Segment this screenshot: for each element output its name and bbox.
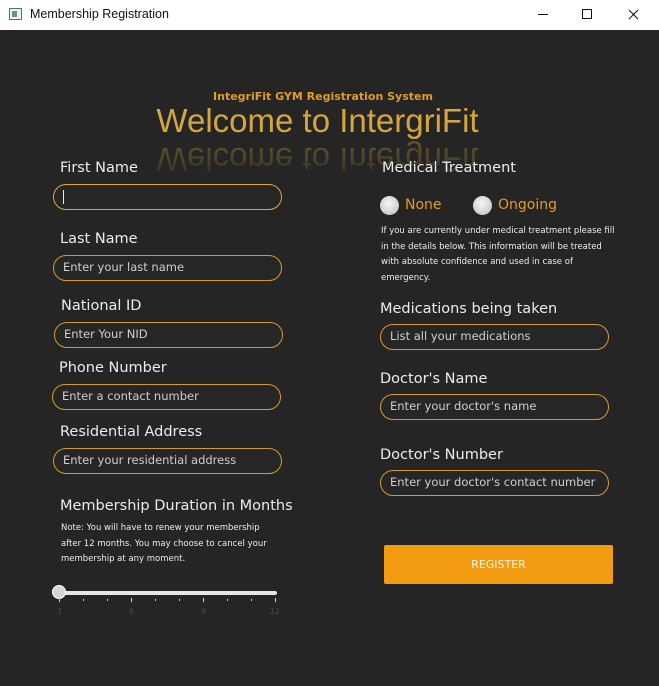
doctor-name-label: Doctor's Name xyxy=(380,371,488,387)
first-name-label: First Name xyxy=(60,160,138,176)
last-name-label: Last Name xyxy=(60,231,138,247)
slider-tick-minor xyxy=(179,599,180,601)
minimize-button[interactable] xyxy=(520,0,566,30)
membership-note-line: membership at any moment. xyxy=(61,554,186,564)
text-caret xyxy=(63,190,64,204)
membership-note: Note: You will have to renew your member… xyxy=(61,521,291,568)
register-button[interactable]: REGISTER xyxy=(384,545,613,584)
phone-number-label: Phone Number xyxy=(59,360,167,376)
welcome-heading: Welcome to IntergriFit xyxy=(156,102,479,139)
slider-tick-minor xyxy=(251,599,252,601)
slider-tick xyxy=(131,598,132,602)
last-name-field[interactable]: Enter your last name xyxy=(53,255,282,281)
radio-ongoing-label[interactable]: Ongoing xyxy=(498,197,557,213)
app-icon xyxy=(9,8,22,20)
slider-tick xyxy=(59,598,60,602)
residential-address-field[interactable]: Enter your residential address xyxy=(53,448,282,474)
medical-note-line: with absolute confidence and used in cas… xyxy=(381,257,573,267)
doctor-number-label: Doctor's Number xyxy=(380,447,503,463)
medical-treatment-label: Medical Treatment xyxy=(382,160,516,176)
membership-registration-window: Membership Registration IntegriFit GYM R… xyxy=(0,0,659,686)
slider-tick-minor xyxy=(83,599,84,601)
membership-note-line: after 12 months. You may choose to cance… xyxy=(61,538,267,549)
slider-tick-minor xyxy=(107,599,108,601)
radio-ongoing[interactable] xyxy=(473,196,492,215)
phone-number-field[interactable]: Enter a contact number xyxy=(52,384,281,410)
medications-label: Medications being taken xyxy=(380,301,558,317)
residential-address-label: Residential Address xyxy=(60,424,203,440)
slider-tick-minor xyxy=(227,599,228,601)
slider-tick-label: 12 xyxy=(270,607,280,616)
national-id-field[interactable]: Enter Your NID xyxy=(54,322,283,348)
title-bar: Membership Registration xyxy=(0,0,659,30)
medications-field[interactable]: List all your medications xyxy=(380,324,609,350)
national-id-label: National ID xyxy=(61,298,142,314)
form-content: IntegriFit GYM Registration System Welco… xyxy=(2,30,658,684)
slider-tick xyxy=(203,598,204,602)
membership-duration-slider-thumb[interactable] xyxy=(52,585,66,599)
slider-tick xyxy=(275,598,276,602)
radio-none-label[interactable]: None xyxy=(405,197,442,213)
slider-tick-minor xyxy=(155,599,156,601)
medical-note-line: emergency. xyxy=(381,272,431,283)
membership-duration-label: Membership Duration in Months xyxy=(60,498,293,514)
window-title: Membership Registration xyxy=(30,7,169,21)
membership-note-line: Note: You will have to renew your member… xyxy=(61,523,260,533)
maximize-button[interactable] xyxy=(564,0,610,30)
slider-tick-label: 3 xyxy=(57,607,62,616)
radio-none[interactable] xyxy=(380,196,399,215)
doctor-number-field[interactable]: Enter your doctor's contact number xyxy=(380,470,609,496)
slider-tick-label: 6 xyxy=(129,607,134,616)
slider-tick-label: 9 xyxy=(201,607,206,616)
medical-note: If you are currently under medical treat… xyxy=(381,224,631,286)
doctor-name-field[interactable]: Enter your doctor's name xyxy=(380,394,609,420)
medical-note-line: If you are currently under medical treat… xyxy=(381,226,615,236)
membership-duration-slider-track[interactable] xyxy=(58,591,277,595)
medical-note-line: in the details below. This information w… xyxy=(381,241,602,252)
first-name-field[interactable] xyxy=(53,184,282,210)
close-button[interactable] xyxy=(610,0,656,30)
